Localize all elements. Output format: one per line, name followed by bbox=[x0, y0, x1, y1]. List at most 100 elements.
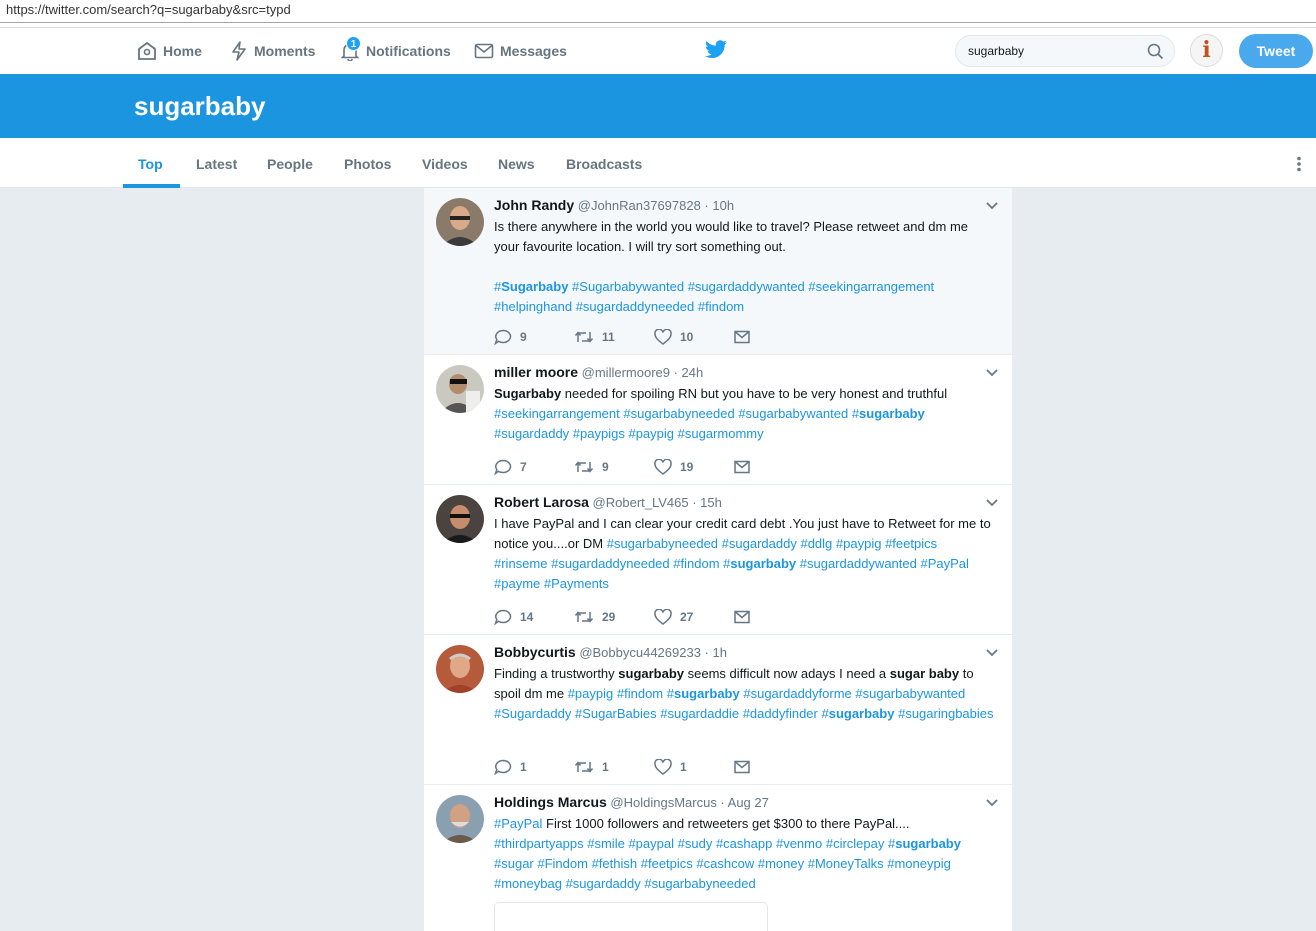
tweet-author-name[interactable]: miller moore bbox=[494, 364, 578, 380]
reply-icon bbox=[494, 329, 512, 345]
retweet-action[interactable]: 11 bbox=[574, 330, 654, 344]
search-input[interactable] bbox=[956, 36, 1126, 66]
tweet-header: Robert Larosa @Robert_LV465 · 15h bbox=[494, 494, 722, 510]
tweet-author-name[interactable]: John Randy bbox=[494, 197, 574, 213]
search-query-title: sugarbaby bbox=[134, 91, 266, 121]
tweet-actions: 1 1 1 bbox=[494, 757, 764, 777]
nav-home[interactable]: Home bbox=[137, 28, 202, 74]
tweet-header: Holdings Marcus @HoldingsMarcus · Aug 27 bbox=[494, 794, 769, 810]
tweet-author-name[interactable]: Holdings Marcus bbox=[494, 794, 607, 810]
tweet-author-meta[interactable]: @Robert_LV465 · 15h bbox=[593, 495, 722, 510]
tweet-text: Sugarbaby needed for spoiling RN but you… bbox=[494, 386, 948, 441]
tweet-actions: 7 9 19 bbox=[494, 457, 764, 477]
tweet-text: I have PayPal and I can clear your credi… bbox=[494, 516, 991, 591]
tweet-author-meta[interactable]: @Bobbycu44269233 · 1h bbox=[579, 645, 727, 660]
nav-home-label: Home bbox=[163, 43, 202, 59]
search-icon[interactable] bbox=[1147, 43, 1164, 60]
top-navigation: Home Moments 1 Notifications Messages i … bbox=[0, 28, 1316, 74]
retweet-icon bbox=[574, 461, 594, 473]
dm-action[interactable] bbox=[734, 610, 764, 624]
chevron-down-icon[interactable] bbox=[986, 369, 998, 377]
reply-count: 7 bbox=[520, 460, 527, 474]
heart-icon bbox=[654, 459, 672, 475]
like-action[interactable]: 27 bbox=[654, 609, 734, 625]
like-count: 19 bbox=[680, 460, 694, 474]
avatar[interactable] bbox=[436, 198, 484, 246]
tab-latest[interactable]: Latest bbox=[196, 138, 237, 188]
envelope-icon bbox=[474, 43, 494, 59]
search-header-banner: sugarbaby bbox=[0, 74, 1316, 138]
tweet-item[interactable]: John Randy @JohnRan37697828 · 10h Is the… bbox=[424, 188, 1012, 355]
chevron-down-icon[interactable] bbox=[986, 499, 998, 507]
tweet-author-name[interactable]: Bobbycurtis bbox=[494, 644, 576, 660]
nav-moments[interactable]: Moments bbox=[230, 28, 315, 74]
tweet-item[interactable]: Holdings Marcus @HoldingsMarcus · Aug 27… bbox=[424, 785, 1012, 931]
info-icon[interactable]: i bbox=[1190, 34, 1223, 67]
like-count: 27 bbox=[680, 610, 694, 624]
chevron-down-icon[interactable] bbox=[986, 202, 998, 210]
mail-icon bbox=[734, 610, 750, 624]
tweet-author-meta[interactable]: @JohnRan37697828 · 10h bbox=[578, 198, 734, 213]
twitter-bird-icon[interactable] bbox=[704, 40, 728, 60]
nav-notifications[interactable]: 1 Notifications bbox=[340, 28, 451, 74]
retweet-icon bbox=[574, 611, 594, 623]
tweet-text: #PayPal First 1000 followers and retweet… bbox=[494, 816, 961, 891]
reply-action[interactable]: 1 bbox=[494, 759, 574, 775]
retweet-icon bbox=[574, 761, 594, 773]
retweet-action[interactable]: 29 bbox=[574, 610, 654, 624]
tweet-item[interactable]: Bobbycurtis @Bobbycu44269233 · 1h Findin… bbox=[424, 635, 1012, 785]
nav-messages-label: Messages bbox=[500, 43, 567, 59]
retweet-count: 1 bbox=[602, 760, 609, 774]
reply-action[interactable]: 14 bbox=[494, 609, 574, 625]
dm-action[interactable] bbox=[734, 460, 764, 474]
browser-address-bar[interactable]: https://twitter.com/search?q=sugarbaby&s… bbox=[0, 0, 1316, 23]
more-dots-icon[interactable] bbox=[1295, 156, 1303, 172]
tweet-button[interactable]: Tweet bbox=[1239, 34, 1313, 68]
avatar[interactable] bbox=[436, 645, 484, 693]
tab-people[interactable]: People bbox=[267, 138, 313, 188]
tweet-header: John Randy @JohnRan37697828 · 10h bbox=[494, 197, 734, 213]
like-action[interactable]: 10 bbox=[654, 329, 734, 345]
heart-icon bbox=[654, 329, 672, 345]
tweet-text: Is there anywhere in the world you would… bbox=[494, 219, 969, 314]
retweet-action[interactable]: 9 bbox=[574, 460, 654, 474]
dm-action[interactable] bbox=[734, 330, 764, 344]
tab-photos[interactable]: Photos bbox=[344, 138, 391, 188]
reply-count: 1 bbox=[520, 760, 527, 774]
retweet-action[interactable]: 1 bbox=[574, 760, 654, 774]
reply-count: 9 bbox=[520, 330, 527, 344]
like-action[interactable]: 19 bbox=[654, 459, 734, 475]
avatar[interactable] bbox=[436, 795, 484, 843]
chevron-down-icon[interactable] bbox=[986, 649, 998, 657]
home-icon bbox=[138, 41, 156, 60]
lightning-icon bbox=[232, 41, 246, 61]
tweet-item[interactable]: Robert Larosa @Robert_LV465 · 15h I have… bbox=[424, 485, 1012, 635]
tweet-timeline: John Randy @JohnRan37697828 · 10h Is the… bbox=[424, 188, 1012, 931]
dm-action[interactable] bbox=[734, 760, 764, 774]
tab-top[interactable]: Top bbox=[138, 138, 163, 188]
tweet-author-meta[interactable]: @HoldingsMarcus · Aug 27 bbox=[610, 795, 768, 810]
tab-broadcasts[interactable]: Broadcasts bbox=[566, 138, 642, 188]
tab-videos[interactable]: Videos bbox=[422, 138, 468, 188]
tab-news[interactable]: News bbox=[498, 138, 535, 188]
mail-icon bbox=[734, 330, 750, 344]
heart-icon bbox=[654, 609, 672, 625]
reply-action[interactable]: 7 bbox=[494, 459, 574, 475]
nav-messages[interactable]: Messages bbox=[474, 28, 567, 74]
media-card-preview[interactable] bbox=[494, 902, 768, 931]
reply-icon bbox=[494, 609, 512, 625]
like-action[interactable]: 1 bbox=[654, 759, 734, 775]
url-text: https://twitter.com/search?q=sugarbaby&s… bbox=[6, 2, 291, 17]
avatar[interactable] bbox=[436, 495, 484, 543]
tweet-item[interactable]: miller moore @millermoore9 · 24h Sugarba… bbox=[424, 355, 1012, 485]
mail-icon bbox=[734, 760, 750, 774]
search-box[interactable] bbox=[955, 35, 1175, 67]
reply-action[interactable]: 9 bbox=[494, 329, 574, 345]
tweet-actions: 9 11 10 bbox=[494, 327, 764, 347]
tweet-actions: 14 29 27 bbox=[494, 607, 764, 627]
chevron-down-icon[interactable] bbox=[986, 799, 998, 807]
avatar[interactable] bbox=[436, 365, 484, 413]
tweet-author-name[interactable]: Robert Larosa bbox=[494, 494, 589, 510]
tweet-header: Bobbycurtis @Bobbycu44269233 · 1h bbox=[494, 644, 727, 660]
tweet-author-meta[interactable]: @millermoore9 · 24h bbox=[582, 365, 704, 380]
